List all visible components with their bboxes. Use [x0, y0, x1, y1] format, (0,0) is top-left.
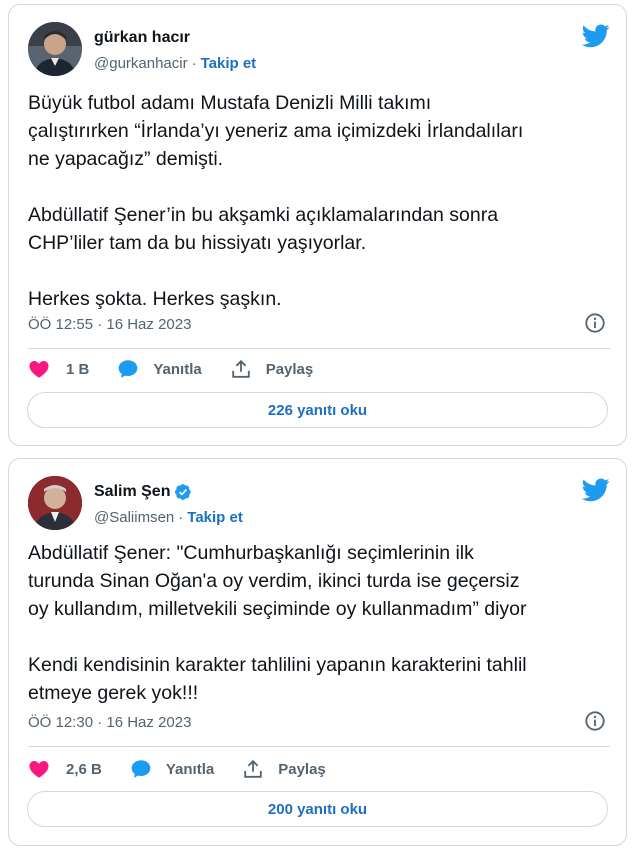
tweet-actions: 1 B Yanıtla Paylaş	[28, 357, 341, 381]
like-count: 2,6 B	[66, 760, 102, 778]
timestamp[interactable]: ÖÖ 12:55 · 16 Haz 2023	[28, 316, 191, 333]
info-icon[interactable]	[584, 312, 606, 334]
share-label: Paylaş	[278, 760, 326, 778]
user-info: gürkan hacır @gurkanhacir · Takip et	[94, 28, 256, 73]
separator-dot: ·	[178, 508, 184, 526]
like-button[interactable]: 1 B	[28, 358, 89, 380]
reply-label: Yanıtla	[165, 760, 215, 778]
tweet-text: Büyük futbol adamı Mustafa Denizli Milli…	[28, 92, 524, 310]
share-upload-icon	[231, 359, 250, 378]
follow-button[interactable]: Takip et	[187, 509, 243, 526]
tweet-header: gürkan hacır @gurkanhacir · Takip et	[28, 22, 610, 76]
share-label: Paylaş	[265, 360, 314, 378]
separator-dot: ·	[191, 54, 197, 72]
divider	[28, 746, 610, 747]
display-name[interactable]: Salim Şen	[94, 483, 170, 501]
avatar[interactable]	[28, 476, 82, 530]
divider	[28, 348, 610, 349]
display-name[interactable]: gürkan hacır	[94, 29, 190, 47]
tweet-card-gurkanhacir[interactable]: gürkan hacır @gurkanhacir · Takip et Büy…	[8, 4, 627, 446]
tweet-text: Abdüllatif Şener: "Cumhurbaşkanlığı seçi…	[28, 542, 527, 704]
user-handle[interactable]: @gurkanhacir	[94, 55, 188, 72]
tweet-meta: ÖÖ 12:55 · 16 Haz 2023	[28, 312, 610, 334]
avatar[interactable]	[28, 22, 82, 76]
read-replies-button[interactable]: 226 yanıtı oku	[27, 392, 608, 428]
timestamp[interactable]: ÖÖ 12:30 · 16 Haz 2023	[28, 714, 191, 731]
tweet-card-saliimsen[interactable]: Salim Şen @Saliimsen · Takip et Abdüllat…	[8, 458, 627, 846]
like-count: 1 B	[66, 360, 90, 378]
heart-icon	[29, 761, 49, 778]
twitter-bird-icon[interactable]	[582, 24, 610, 48]
share-upload-icon	[244, 759, 262, 778]
reply-label: Yanıtla	[153, 360, 202, 378]
read-replies-button[interactable]: 200 yanıtı oku	[27, 791, 608, 827]
reply-button[interactable]: Yanıtla	[130, 758, 214, 780]
heart-icon	[29, 361, 49, 378]
share-button[interactable]: Paylaş	[230, 358, 314, 380]
tweet-header: Salim Şen @Saliimsen · Takip et	[28, 476, 610, 530]
follow-button[interactable]: Takip et	[201, 55, 257, 72]
tweet-meta: ÖÖ 12:30 · 16 Haz 2023	[28, 710, 610, 732]
reply-button[interactable]: Yanıtla	[117, 358, 202, 380]
twitter-bird-icon[interactable]	[582, 478, 610, 502]
user-info: Salim Şen @Saliimsen · Takip et	[94, 482, 243, 527]
tweet-actions: 2,6 B Yanıtla Paylaş	[28, 757, 354, 781]
speech-bubble-icon	[131, 760, 151, 778]
speech-bubble-icon	[118, 360, 138, 378]
share-button[interactable]: Paylaş	[242, 758, 326, 780]
verified-badge-icon	[175, 484, 192, 500]
like-button[interactable]: 2,6 B	[28, 758, 102, 780]
user-handle[interactable]: @Saliimsen	[94, 509, 174, 526]
info-icon[interactable]	[584, 710, 606, 732]
